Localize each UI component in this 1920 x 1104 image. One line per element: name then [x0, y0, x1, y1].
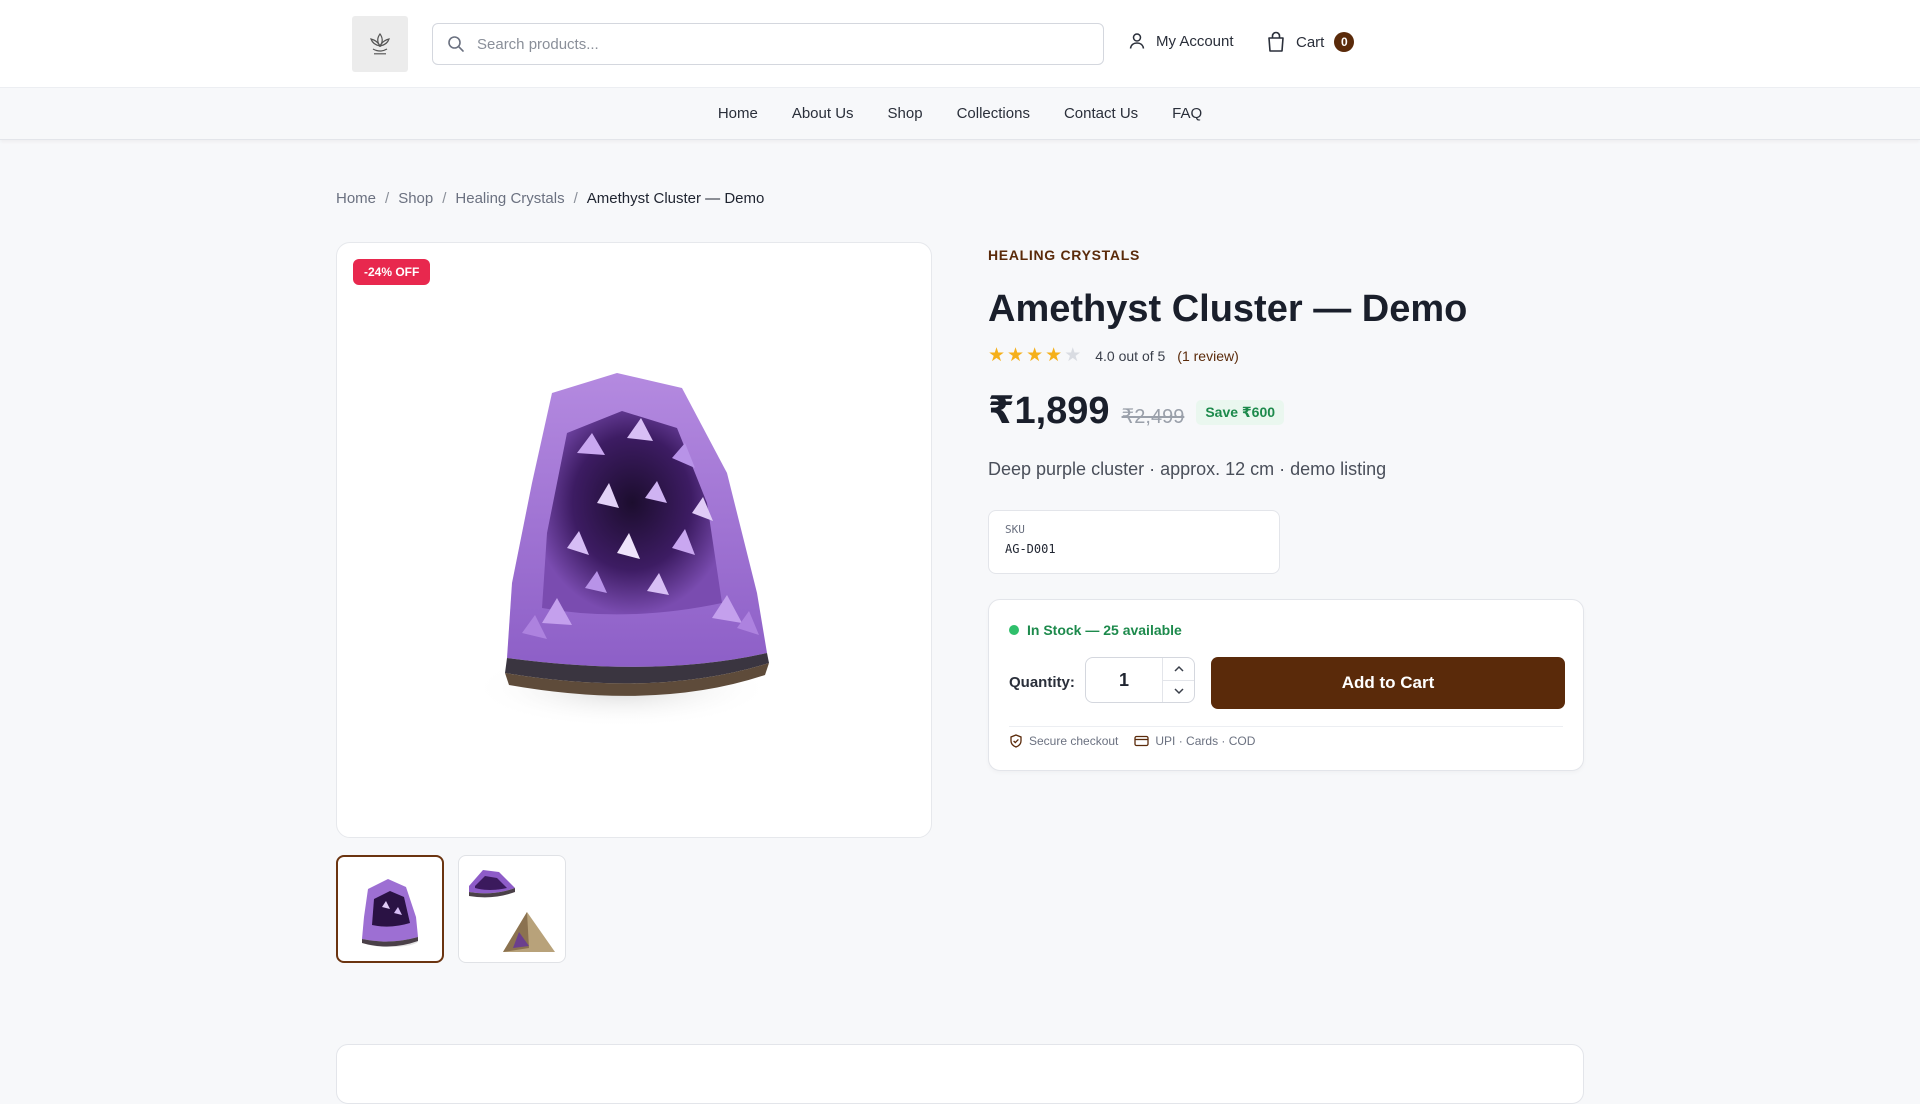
sku-label: SKU: [1005, 523, 1025, 536]
site-header: My Account Cart 0: [0, 0, 1920, 88]
amethyst-and-pyramid-thumbnail-image: [469, 870, 555, 952]
cart-link[interactable]: Cart 0: [1266, 31, 1355, 53]
add-to-cart-button[interactable]: Add to Cart: [1211, 657, 1565, 709]
amethyst-thumbnail-image: [362, 879, 418, 947]
cart-count-badge: 0: [1334, 32, 1355, 52]
quantity-stepper: [1085, 657, 1195, 703]
stock-text: In Stock — 25 available: [1027, 622, 1182, 638]
savings-badge: Save ₹600: [1196, 400, 1285, 425]
nav-contact-us[interactable]: Contact Us: [1064, 105, 1138, 122]
original-price: ₹2,499: [1121, 406, 1185, 428]
breadcrumb-home[interactable]: Home: [336, 190, 376, 207]
lotus-logo-icon: [370, 32, 390, 55]
my-account-link[interactable]: My Account: [1128, 32, 1234, 50]
sku-value: AG-D001: [1005, 542, 1056, 556]
search-input[interactable]: [477, 35, 1077, 53]
secure-checkout-text: Secure checkout: [1029, 734, 1119, 748]
product-title: Amethyst Cluster — Demo: [988, 288, 1468, 330]
chevron-down-icon: [1173, 688, 1184, 695]
in-stock-dot-icon: [1009, 625, 1019, 635]
user-icon: [1129, 33, 1145, 49]
nav-collections[interactable]: Collections: [957, 105, 1030, 122]
quantity-decrease-button[interactable]: [1163, 681, 1194, 703]
star-rating: ★ ★ ★ ★ ★: [988, 346, 1081, 365]
my-account-label: My Account: [1156, 32, 1234, 50]
star-filled-icon: ★: [1007, 345, 1025, 366]
reviews-link[interactable]: (1 review): [1177, 348, 1238, 364]
sku-box: SKU AG-D001: [988, 510, 1280, 574]
breadcrumb-separator: /: [442, 190, 447, 207]
store-logo[interactable]: [352, 16, 408, 72]
chevron-up-icon: [1173, 665, 1184, 672]
breadcrumb-separator: /: [385, 190, 390, 207]
quantity-label: Quantity:: [1009, 674, 1075, 691]
breadcrumb-current: Amethyst Cluster — Demo: [586, 190, 765, 207]
rating-text: 4.0 out of 5: [1095, 347, 1166, 364]
breadcrumb-shop[interactable]: Shop: [398, 190, 433, 207]
current-price: ₹1,899: [988, 390, 1110, 432]
thumbnail-amethyst-and-pyramid[interactable]: [458, 855, 566, 963]
breadcrumb: Home / Shop / Healing Crystals / Amethys…: [336, 190, 764, 207]
breadcrumb-healing-crystals[interactable]: Healing Crystals: [455, 190, 564, 207]
cart-label: Cart: [1296, 33, 1325, 51]
star-filled-icon: ★: [1026, 345, 1044, 366]
trust-badges: Secure checkout UPI · Cards · COD: [1009, 734, 1255, 748]
search-icon: [448, 36, 464, 52]
purchase-card: In Stock — 25 available Quantity: Add to…: [988, 599, 1584, 771]
star-filled-icon: ★: [1045, 345, 1063, 366]
secure-checkout-badge: Secure checkout: [1009, 734, 1118, 748]
star-filled-icon: ★: [988, 345, 1006, 366]
product-rating: ★ ★ ★ ★ ★ 4.0 out of 5 (1 review): [988, 346, 1239, 365]
nav-about-us[interactable]: About Us: [792, 105, 854, 122]
quantity-input[interactable]: [1086, 658, 1162, 702]
nav-shop[interactable]: Shop: [888, 105, 923, 122]
nav-faq[interactable]: FAQ: [1172, 105, 1202, 122]
payment-methods-text: UPI · Cards · COD: [1155, 734, 1256, 748]
shopping-bag-icon: [1268, 31, 1284, 52]
discount-badge: -24% OFF: [353, 259, 431, 285]
breadcrumb-separator: /: [573, 190, 578, 207]
product-description: Deep purple cluster · approx. 12 cm · de…: [988, 459, 1387, 479]
credit-card-icon: [1134, 735, 1150, 747]
product-details-card: [336, 1044, 1584, 1104]
product-category: HEALING CRYSTALS: [988, 247, 1140, 263]
shield-check-icon: [1010, 734, 1022, 748]
search-box[interactable]: [432, 23, 1104, 65]
amethyst-cluster-image: [472, 373, 772, 728]
nav-home[interactable]: Home: [718, 105, 758, 122]
product-image-card[interactable]: -24% OFF: [336, 242, 932, 838]
main-nav: Home About Us Shop Collections Contact U…: [0, 88, 1920, 140]
price-block: ₹1,899 ₹2,499 Save ₹600: [988, 388, 1285, 433]
purchase-divider: [1009, 726, 1563, 727]
quantity-increase-button[interactable]: [1163, 658, 1194, 681]
payment-methods-badge: UPI · Cards · COD: [1134, 734, 1255, 748]
thumbnail-amethyst-cluster[interactable]: [336, 855, 444, 963]
quantity-arrows: [1162, 658, 1194, 702]
star-empty-icon: ★: [1064, 345, 1082, 366]
stock-status: In Stock — 25 available: [1009, 622, 1182, 638]
